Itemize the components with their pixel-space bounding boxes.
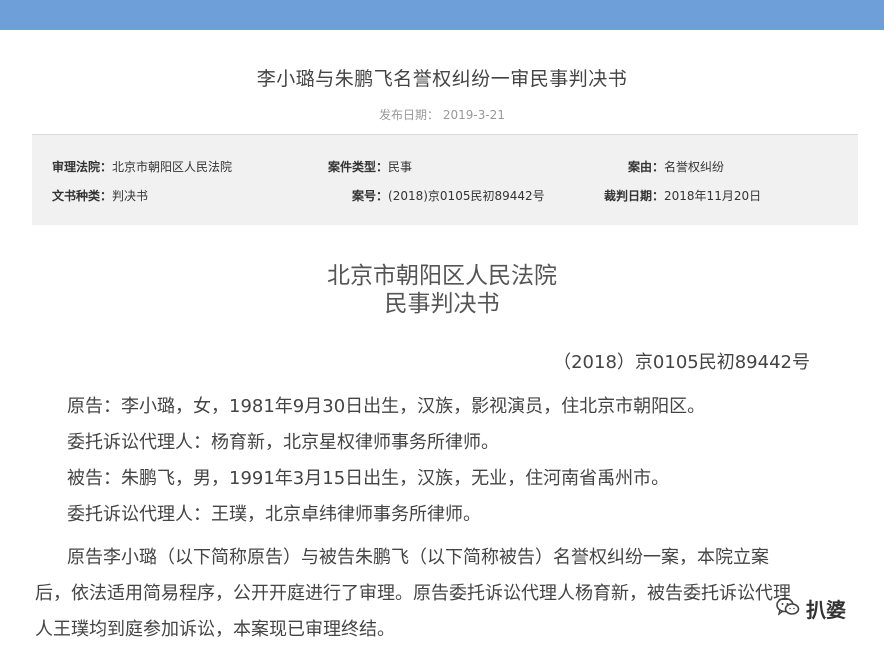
plaintiff-agent-paragraph: 委托诉讼代理人：杨育新，北京星权律师事务所律师。 (67, 432, 499, 453)
case-metadata-panel: 审理法院：北京市朝阳区人民法院 案件类型：民事 案由：名誉权纠纷 文书种类：判决… (32, 134, 858, 225)
case-no-field: 案号：(2018)京0105民初89442号 (352, 187, 545, 204)
judgment-type-heading: 民事判决书 (384, 291, 500, 317)
body-line: 人王璞均到庭参加诉讼，本案现已审理终结。 (35, 619, 395, 640)
metadata-row: 审理法院：北京市朝阳区人民法院 案件类型：民事 案由：名誉权纠纷 (32, 158, 858, 178)
doc-type-label: 文书种类： (52, 189, 113, 203)
court-heading: 北京市朝阳区人民法院 (327, 263, 557, 289)
case-summary-paragraph: 原告李小璐（以下简称原告）与被告朱鹏飞（以下简称被告）名誉权纠纷一案，本院立案 … (35, 540, 855, 648)
judgment-date-field: 裁判日期：2018年11月20日 (604, 187, 761, 204)
case-type-value: 民事 (388, 160, 413, 174)
case-type-label: 案件类型： (328, 160, 389, 174)
top-banner (0, 0, 884, 30)
doc-type-value: 判决书 (112, 189, 149, 203)
document-title: 李小璐与朱鹏飞名誉权纠纷一审民事判决书 (256, 68, 628, 90)
wechat-icon (776, 596, 800, 618)
case-no-value: (2018)京0105民初89442号 (388, 189, 545, 203)
judgment-date-label: 裁判日期： (604, 189, 665, 203)
watermark: 扒婆 (776, 592, 862, 622)
doc-type-field: 文书种类：判决书 (52, 187, 148, 204)
judgment-date-value: 2018年11月20日 (664, 189, 762, 203)
case-number: （2018）京0105民初89442号 (553, 352, 810, 373)
cause-label: 案由： (628, 160, 665, 174)
cause-field: 案由：名誉权纠纷 (628, 158, 724, 175)
plaintiff-paragraph: 原告：李小璐，女，1981年9月30日出生，汉族，影视演员，住北京市朝阳区。 (67, 396, 706, 417)
cause-value: 名誉权纠纷 (664, 160, 725, 174)
body-line: 后，依法适用简易程序，公开开庭进行了审理。原告委托诉讼代理人杨育新，被告委托诉讼… (35, 583, 791, 604)
court-value: 北京市朝阳区人民法院 (112, 160, 233, 174)
watermark-text: 扒婆 (806, 598, 846, 622)
court-field: 审理法院：北京市朝阳区人民法院 (52, 158, 232, 175)
defendant-paragraph: 被告：朱鹏飞，男，1991年3月15日出生，汉族，无业，住河南省禹州市。 (67, 468, 670, 489)
body-line: 原告李小璐（以下简称原告）与被告朱鹏飞（以下简称被告）名誉权纠纷一案，本院立案 (67, 547, 769, 568)
case-no-label: 案号： (352, 189, 389, 203)
defendant-agent-paragraph: 委托诉讼代理人：王璞，北京卓纬律师事务所律师。 (67, 504, 481, 525)
metadata-row: 文书种类：判决书 案号：(2018)京0105民初89442号 裁判日期：201… (32, 187, 858, 207)
publish-date: 发布日期： 2019-3-21 (379, 108, 505, 122)
court-label: 审理法院： (52, 160, 113, 174)
case-type-field: 案件类型：民事 (328, 158, 412, 175)
